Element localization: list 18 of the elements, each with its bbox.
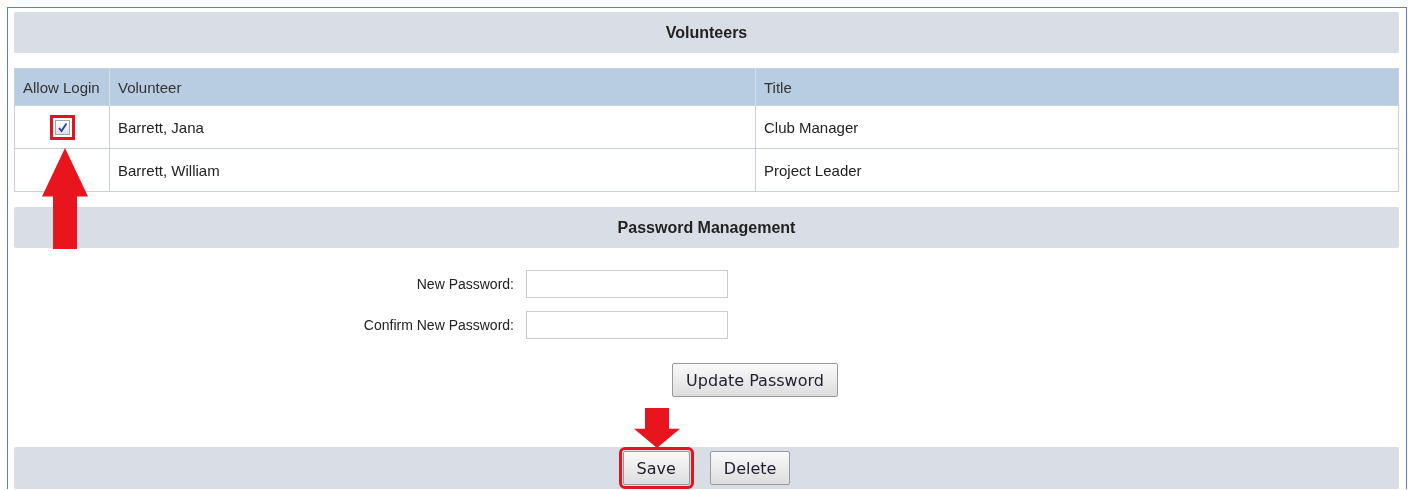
- arrow: [634, 408, 680, 448]
- table-cell: Project Leader: [755, 148, 1398, 191]
- footer-button[interactable]: Delete: [709, 451, 791, 485]
- section-title: Password Management: [617, 218, 796, 237]
- table-cell: Barrett, Jana: [109, 105, 755, 148]
- update-password-button[interactable]: Update Password: [672, 363, 838, 397]
- checkmark-icon: [56, 121, 68, 133]
- section-title: Volunteers: [665, 23, 748, 42]
- checkbox[interactable]: [49, 114, 75, 140]
- column-header: Allow Login: [15, 69, 109, 105]
- field-label: New Password:: [415, 276, 514, 292]
- table-cell: Club Manager: [755, 105, 1398, 148]
- password-field[interactable]: [526, 311, 728, 339]
- password-field[interactable]: [526, 270, 728, 298]
- table-cell: Barrett, William: [109, 148, 755, 191]
- field-label: Confirm New Password:: [362, 317, 514, 333]
- column-header: Title: [755, 69, 1398, 105]
- column-header: Volunteer: [109, 69, 755, 105]
